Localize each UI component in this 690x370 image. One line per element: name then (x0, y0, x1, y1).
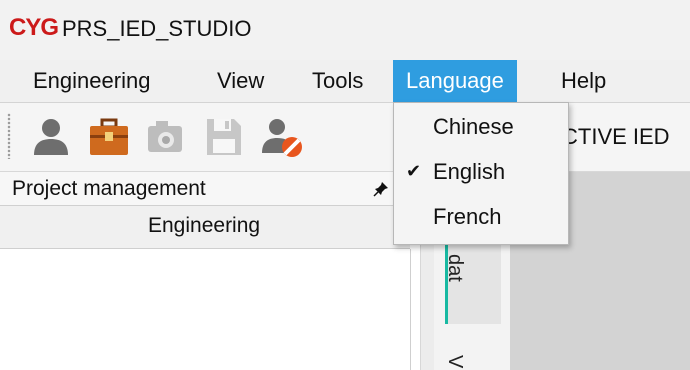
toolbar-grip[interactable] (7, 113, 11, 159)
side-tab-view-label[interactable]: V (443, 355, 466, 368)
language-option-english[interactable]: ✔ English (394, 154, 568, 192)
language-option-french-label: French (433, 204, 502, 229)
user-icon[interactable] (27, 113, 75, 161)
language-dropdown: Chinese ✔ English French (393, 102, 569, 245)
language-option-french[interactable]: French (394, 199, 568, 237)
language-option-chinese[interactable]: Chinese (394, 109, 568, 147)
engineering-tab-header[interactable]: Engineering (0, 206, 410, 249)
menu-language[interactable]: Language (393, 60, 517, 102)
menu-view[interactable]: View (205, 60, 276, 102)
app-logo: CYG (9, 14, 59, 41)
project-tree-area[interactable] (0, 249, 411, 370)
menu-engineering[interactable]: Engineering (20, 60, 163, 102)
active-ied-label: CTIVE IED (562, 124, 670, 149)
project-panel-title: Project management (12, 177, 206, 200)
check-icon: ✔ (406, 161, 422, 181)
menu-tools[interactable]: Tools (302, 60, 373, 102)
app-title: PRS_IED_STUDIO (62, 16, 252, 41)
pin-icon[interactable] (373, 181, 389, 197)
language-option-chinese-label: Chinese (433, 114, 514, 139)
title-bar: CYG PRS_IED_STUDIO (0, 0, 690, 60)
side-tab-data-label: dat (444, 254, 466, 282)
toolbar: CTIVE IED (0, 103, 690, 172)
project-panel-header: Project management (0, 172, 400, 206)
menu-help[interactable]: Help (549, 60, 618, 102)
briefcase-icon[interactable] (85, 113, 133, 161)
user-forbidden-icon[interactable] (258, 113, 306, 161)
camera-icon[interactable] (141, 113, 189, 161)
menu-bar: Engineering View Tools Language Help (0, 60, 690, 103)
save-icon[interactable] (199, 113, 247, 161)
language-option-english-label: English (433, 159, 506, 184)
engineering-tab-label: Engineering (148, 214, 261, 237)
